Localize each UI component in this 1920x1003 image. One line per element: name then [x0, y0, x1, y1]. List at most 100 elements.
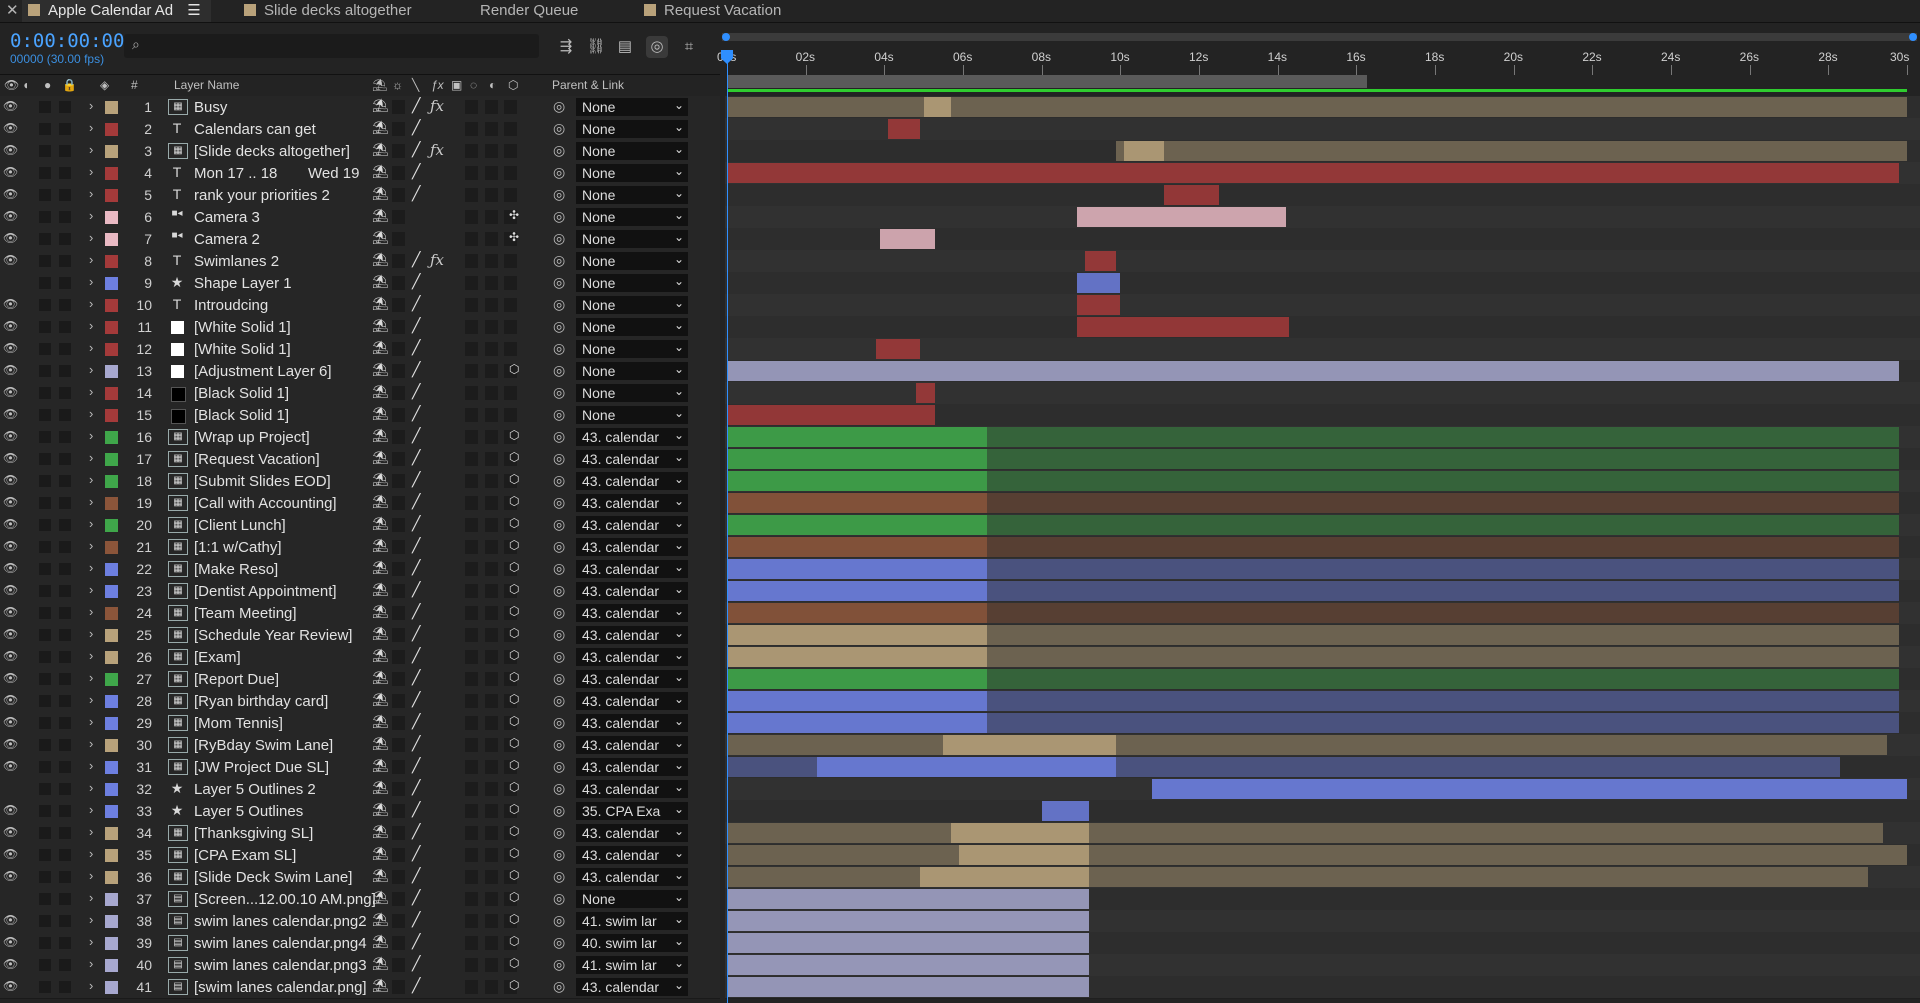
- visibility-eye-icon[interactable]: 👁: [3, 517, 18, 531]
- expand-chevron-icon[interactable]: ›: [89, 384, 93, 399]
- layer-row[interactable]: 👁 › 36 ▦ [Slide Deck Swim Lane] ⛱ ╱ ⬡ ◎ 43. calen…: [0, 866, 720, 889]
- solo-switch[interactable]: [39, 761, 51, 773]
- layer-row[interactable]: › 9 ★ Shape Layer 1 ⛱ ╱ ◎ None ⌄: [0, 272, 720, 295]
- layer-switch-box[interactable]: [485, 452, 498, 466]
- expand-chevron-icon[interactable]: ›: [89, 516, 93, 531]
- shy-switch-icon[interactable]: ⛱: [372, 406, 389, 422]
- shy-switch-icon[interactable]: ⛱: [372, 252, 389, 268]
- solo-switch[interactable]: [39, 915, 51, 927]
- layer-switch-box[interactable]: [485, 804, 498, 818]
- layer-switch-box[interactable]: [392, 100, 405, 114]
- parent-dropdown[interactable]: None ⌄: [576, 296, 688, 314]
- solo-switch[interactable]: [39, 629, 51, 641]
- quality-switch-icon[interactable]: ╱: [412, 933, 420, 950]
- layer-switch-box[interactable]: [485, 870, 498, 884]
- lock-switch[interactable]: [59, 739, 71, 751]
- layer-switch-box[interactable]: [392, 298, 405, 312]
- label-color-swatch[interactable]: [105, 299, 118, 312]
- adjustment-col-icon[interactable]: ◐: [489, 78, 496, 92]
- layer-switch-box[interactable]: [465, 474, 478, 488]
- parent-dropdown[interactable]: 43. calendar ⌄: [576, 450, 688, 468]
- parent-dropdown[interactable]: 41. swim lar ⌄: [576, 912, 688, 930]
- expand-chevron-icon[interactable]: ›: [89, 164, 93, 179]
- layer-duration-bar[interactable]: [727, 889, 1089, 909]
- expand-chevron-icon[interactable]: ›: [89, 648, 93, 663]
- parent-dropdown[interactable]: 43. calendar ⌄: [576, 494, 688, 512]
- lock-switch[interactable]: [59, 629, 71, 641]
- layer-switch-box[interactable]: [465, 342, 478, 356]
- layer-active-segment[interactable]: [943, 735, 1117, 755]
- three-d-switch-icon[interactable]: ⬡: [509, 758, 519, 772]
- graph-editor-icon[interactable]: ⌗: [678, 36, 700, 58]
- layer-switch-box[interactable]: [465, 144, 478, 158]
- layer-duration-bar[interactable]: [1077, 295, 1121, 315]
- lock-switch[interactable]: [59, 607, 71, 619]
- layer-row[interactable]: 👁 › 7 ■◂ Camera 2 ⛱ ✣ ◎ None ⌄: [0, 228, 720, 251]
- expand-chevron-icon[interactable]: ›: [89, 142, 93, 157]
- quality-switch-icon[interactable]: ╱: [412, 273, 420, 290]
- layer-duration-bar[interactable]: [888, 119, 920, 139]
- quality-switch-icon[interactable]: ╱: [412, 845, 420, 862]
- pickwhip-icon[interactable]: ◎: [553, 912, 565, 929]
- tab-slide-decks[interactable]: Slide decks altogether: [244, 0, 412, 22]
- solo-switch[interactable]: [39, 937, 51, 949]
- label-color-swatch[interactable]: [105, 519, 118, 532]
- pickwhip-icon[interactable]: ◎: [553, 538, 565, 555]
- layer-switch-box[interactable]: [465, 936, 478, 950]
- layer-switch-box[interactable]: [485, 518, 498, 532]
- layer-row[interactable]: 👁 › 6 ■◂ Camera 3 ⛱ ✣ ◎ None ⌄: [0, 206, 720, 229]
- layer-active-segment[interactable]: [727, 713, 987, 733]
- layer-duration-bar[interactable]: [727, 361, 1900, 381]
- layer-active-segment[interactable]: [1151, 779, 1907, 799]
- lock-switch[interactable]: [59, 981, 71, 993]
- solo-switch[interactable]: [39, 343, 51, 355]
- label-color-swatch[interactable]: [105, 827, 118, 840]
- visibility-eye-icon[interactable]: 👁: [3, 165, 18, 179]
- quality-switch-icon[interactable]: ╱: [412, 867, 420, 884]
- visibility-eye-icon[interactable]: 👁: [3, 869, 18, 883]
- three-d-switch-icon[interactable]: ⬡: [509, 472, 519, 486]
- layer-switch-box[interactable]: [485, 782, 498, 796]
- layer-switch-box[interactable]: [485, 386, 498, 400]
- solo-switch[interactable]: [39, 651, 51, 663]
- layer-name[interactable]: [Exam]: [194, 649, 241, 666]
- expand-chevron-icon[interactable]: ›: [89, 120, 93, 135]
- shy-switch-icon[interactable]: ⛱: [372, 582, 389, 598]
- lock-switch[interactable]: [59, 673, 71, 685]
- solo-switch[interactable]: [39, 475, 51, 487]
- layer-row[interactable]: 👁 › 1 ▦ Busy ⛱ ╱ ƒx ◎ None ⌄: [0, 96, 720, 119]
- lock-switch[interactable]: [59, 805, 71, 817]
- label-color-swatch[interactable]: [105, 761, 118, 774]
- work-area-bar[interactable]: [727, 75, 1367, 88]
- expand-chevron-icon[interactable]: ›: [89, 230, 93, 245]
- layer-switch-box[interactable]: [465, 364, 478, 378]
- shy-switch-icon[interactable]: ⛱: [372, 934, 389, 950]
- quality-switch-icon[interactable]: ╱: [412, 823, 420, 840]
- layer-active-segment[interactable]: [923, 97, 952, 117]
- shy-switch-icon[interactable]: ⛱: [372, 802, 389, 818]
- layer-name[interactable]: [CPA Exam SL]: [194, 847, 296, 864]
- parent-dropdown[interactable]: 43. calendar ⌄: [576, 626, 688, 644]
- layer-name[interactable]: [Request Vacation]: [194, 451, 320, 468]
- shy-switch-icon[interactable]: ⛱: [372, 846, 389, 862]
- layer-switch-box[interactable]: [465, 540, 478, 554]
- parent-dropdown[interactable]: 43. calendar ⌄: [576, 428, 688, 446]
- shy-switch-icon[interactable]: ⛱: [372, 890, 389, 906]
- layer-switch-box[interactable]: [485, 408, 498, 422]
- expand-chevron-icon[interactable]: ›: [89, 978, 93, 993]
- layer-duration-bar[interactable]: [1077, 273, 1121, 293]
- parent-dropdown[interactable]: None ⌄: [576, 318, 688, 336]
- solo-switch[interactable]: [39, 871, 51, 883]
- solo-switch[interactable]: [39, 893, 51, 905]
- solo-switch[interactable]: [39, 167, 51, 179]
- pickwhip-icon[interactable]: ◎: [553, 868, 565, 885]
- expand-chevron-icon[interactable]: ›: [89, 252, 93, 267]
- quality-switch-icon[interactable]: ╱: [412, 977, 420, 994]
- layer-switch-box[interactable]: [465, 320, 478, 334]
- layer-row[interactable]: 👁 › 41 ▤ [swim lanes calendar.png] ⛱ ╱ ⬡ ◎ 43. ca…: [0, 976, 720, 999]
- pickwhip-icon[interactable]: ◎: [553, 384, 565, 401]
- label-color-swatch[interactable]: [105, 387, 118, 400]
- pickwhip-icon[interactable]: ◎: [553, 582, 565, 599]
- layer-switch-box[interactable]: [504, 166, 517, 180]
- quality-switch-icon[interactable]: ╱: [412, 559, 420, 576]
